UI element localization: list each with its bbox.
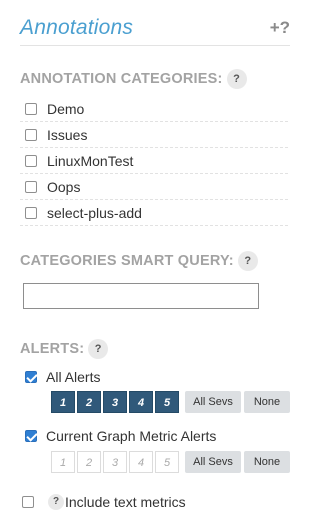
none-sevs-button[interactable]: None	[244, 451, 290, 473]
include-text-help-icon[interactable]: ?	[48, 494, 64, 510]
smart-query-input[interactable]	[23, 283, 259, 309]
smart-query-help-icon[interactable]: ?	[237, 251, 258, 271]
severity-4-button[interactable]: 4	[129, 451, 153, 473]
category-label: Demo	[47, 100, 85, 117]
category-item[interactable]: Issues	[20, 122, 288, 148]
panel-title: Annotations	[20, 16, 134, 39]
severity-1-button[interactable]: 1	[51, 391, 75, 413]
graph-alerts-checkbox[interactable]	[25, 430, 37, 442]
alerts-section-title: ALERTS:?	[20, 339, 109, 359]
smart-query-section-title: CATEGORIES SMART QUERY:?	[20, 251, 258, 271]
graph-alerts-row: Current Graph Metric Alerts	[25, 428, 216, 444]
all-alerts-checkbox[interactable]	[25, 371, 37, 383]
category-checkbox-issues[interactable]	[25, 128, 37, 141]
all-sevs-button[interactable]: All Sevs	[185, 391, 241, 413]
graph-alerts-severity-row: 1 2 3 4 5 All Sevs None	[51, 451, 290, 473]
severity-2-button[interactable]: 2	[77, 451, 101, 473]
severity-5-button[interactable]: 5	[155, 391, 179, 413]
include-text-label: Include text metrics	[65, 494, 186, 510]
category-list: Demo Issues LinuxMonTest Oops select-plu…	[20, 96, 288, 226]
none-sevs-button[interactable]: None	[244, 391, 290, 413]
category-label: Oops	[47, 178, 81, 195]
category-checkbox-select-plus-add[interactable]	[25, 206, 37, 219]
category-checkbox-demo[interactable]	[25, 102, 37, 115]
all-sevs-button[interactable]: All Sevs	[185, 451, 241, 473]
category-label: Issues	[47, 126, 88, 143]
category-label: select-plus-add	[47, 204, 142, 221]
panel-header: Annotations +?	[20, 12, 290, 46]
category-item[interactable]: Demo	[20, 96, 288, 122]
alerts-title: ALERTS:	[20, 340, 85, 357]
graph-alerts-label: Current Graph Metric Alerts	[46, 428, 217, 444]
categories-section-title: ANNOTATION CATEGORIES:?	[20, 69, 247, 89]
category-item[interactable]: LinuxMonTest	[20, 148, 288, 174]
severity-3-button[interactable]: 3	[103, 391, 127, 413]
severity-3-button[interactable]: 3	[103, 451, 127, 473]
alerts-help-icon[interactable]: ?	[88, 339, 109, 359]
category-item[interactable]: Oops	[20, 174, 288, 200]
include-text-row: ? Include text metrics	[22, 494, 186, 510]
include-text-checkbox[interactable]	[22, 496, 34, 508]
smart-query-title: CATEGORIES SMART QUERY:	[20, 252, 234, 269]
severity-2-button[interactable]: 2	[77, 391, 101, 413]
all-alerts-severity-row: 1 2 3 4 5 All Sevs None	[51, 391, 290, 413]
add-help-button[interactable]: +?	[270, 18, 290, 38]
all-alerts-row: All Alerts	[25, 369, 100, 385]
categories-help-icon[interactable]: ?	[226, 69, 247, 89]
category-item[interactable]: select-plus-add	[20, 200, 288, 226]
category-checkbox-linuxmontest[interactable]	[25, 154, 37, 167]
category-checkbox-oops[interactable]	[25, 180, 37, 193]
category-label: LinuxMonTest	[47, 152, 134, 169]
categories-title: ANNOTATION CATEGORIES:	[20, 70, 223, 87]
all-alerts-label: All Alerts	[46, 369, 101, 385]
severity-4-button[interactable]: 4	[129, 391, 153, 413]
severity-5-button[interactable]: 5	[155, 451, 179, 473]
severity-1-button[interactable]: 1	[51, 451, 75, 473]
